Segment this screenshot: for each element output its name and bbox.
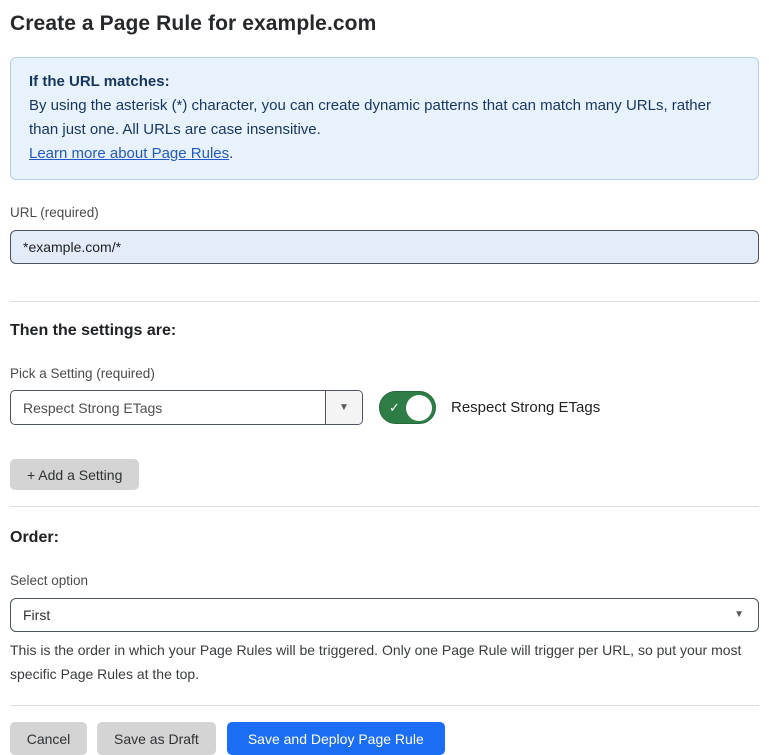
url-input[interactable]: [10, 230, 759, 264]
settings-section-heading: Then the settings are:: [10, 321, 759, 341]
toggle-label: Respect Strong ETags: [451, 399, 600, 416]
chevron-down-icon: ▼: [734, 610, 744, 620]
chevron-down-icon: ▼: [339, 403, 349, 413]
cancel-button[interactable]: Cancel: [10, 722, 87, 755]
save-and-deploy-button[interactable]: Save and Deploy Page Rule: [227, 722, 445, 755]
divider: [10, 301, 759, 302]
info-box-link-line: Learn more about Page Rules.: [29, 142, 740, 166]
page-title: Create a Page Rule for example.com: [10, 10, 759, 38]
save-as-draft-button[interactable]: Save as Draft: [97, 722, 216, 755]
check-icon: ✓: [389, 401, 400, 414]
order-section-heading: Order:: [10, 528, 759, 548]
url-matches-info-box: If the URL matches: By using the asteris…: [10, 57, 759, 180]
toggle-knob: [406, 395, 432, 421]
learn-more-link[interactable]: Learn more about Page Rules: [29, 145, 229, 162]
info-box-heading: If the URL matches:: [29, 70, 740, 94]
setting-row: Respect Strong ETags ▼ ✓ Respect Strong …: [10, 390, 759, 425]
setting-select-value: Respect Strong ETags: [11, 391, 325, 424]
order-select-label: Select option: [10, 572, 759, 590]
footer-actions: Cancel Save as Draft Save and Deploy Pag…: [10, 722, 759, 755]
order-select[interactable]: First ▼: [10, 598, 759, 632]
order-help-text: This is the order in which your Page Rul…: [10, 638, 759, 686]
link-period: .: [229, 145, 233, 162]
respect-strong-etags-toggle[interactable]: ✓: [379, 391, 436, 424]
pick-setting-label: Pick a Setting (required): [10, 365, 759, 383]
order-select-value: First: [23, 607, 734, 623]
divider: [10, 506, 759, 507]
setting-select-arrow-button[interactable]: ▼: [325, 391, 362, 424]
setting-select[interactable]: Respect Strong ETags ▼: [10, 390, 363, 425]
info-box-body: By using the asterisk (*) character, you…: [29, 94, 740, 142]
add-setting-button[interactable]: + Add a Setting: [10, 459, 139, 490]
url-field-label: URL (required): [10, 204, 759, 222]
divider: [10, 705, 759, 706]
